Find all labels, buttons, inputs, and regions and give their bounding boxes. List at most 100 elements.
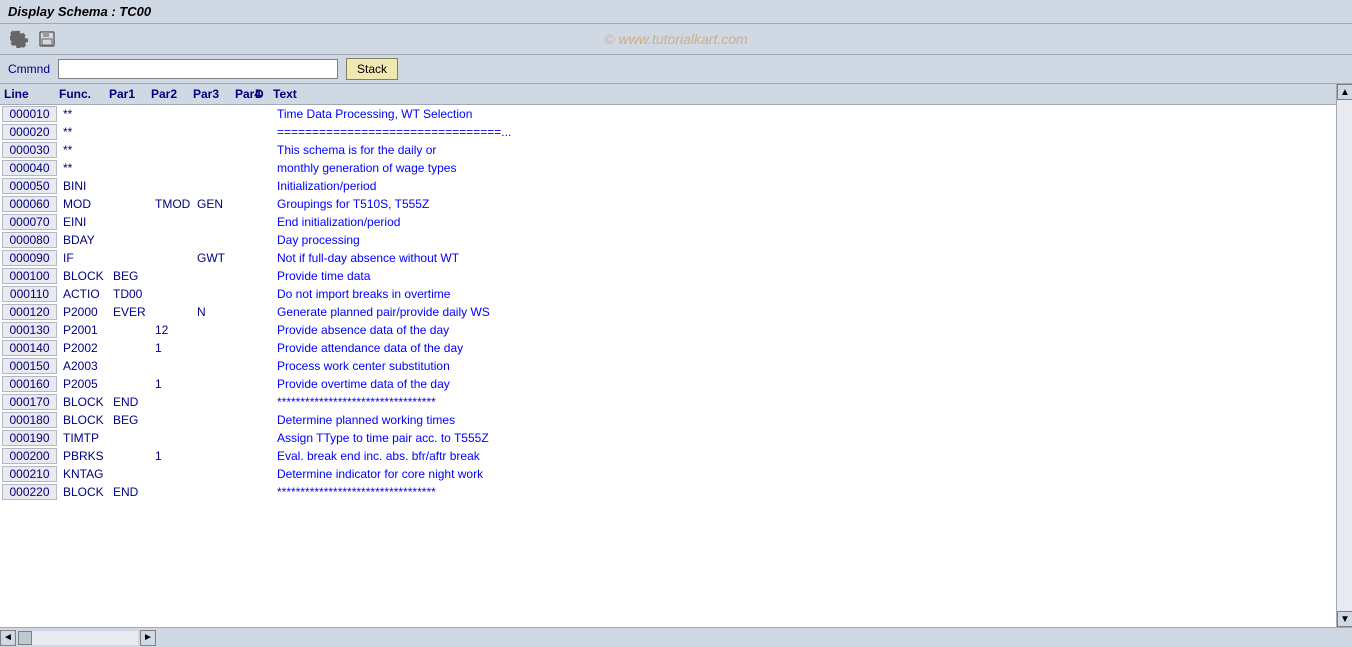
table-row[interactable]: 000060MODTMODGENGroupings for T510S, T55… bbox=[0, 195, 1336, 213]
cell-par4 bbox=[235, 491, 255, 493]
cell-par1 bbox=[109, 239, 151, 241]
cell-line: 000180 bbox=[2, 412, 57, 428]
cell-func: PBRKS bbox=[59, 448, 109, 464]
scroll-down-button[interactable]: ▼ bbox=[1337, 611, 1352, 627]
table-row[interactable]: 000160P20051Provide overtime data of the… bbox=[0, 375, 1336, 393]
table-row[interactable]: 000210KNTAGDetermine indicator for core … bbox=[0, 465, 1336, 483]
table-row[interactable]: 000120P2000EVERNGenerate planned pair/pr… bbox=[0, 303, 1336, 321]
col-header-par3: Par3 bbox=[189, 86, 231, 102]
command-label: Cmmnd bbox=[8, 62, 50, 76]
cell-line: 000170 bbox=[2, 394, 57, 410]
column-headers: Line Func. Par1 Par2 Par3 Par4 D Text bbox=[0, 84, 1336, 105]
table-row[interactable]: 000200PBRKS1Eval. break end inc. abs. bf… bbox=[0, 447, 1336, 465]
table-row[interactable]: 000030**This schema is for the daily or bbox=[0, 141, 1336, 159]
cell-par3 bbox=[193, 347, 235, 349]
cell-par4 bbox=[235, 383, 255, 385]
cell-par4 bbox=[235, 293, 255, 295]
bottom-area: ◄ ► bbox=[0, 627, 1352, 647]
table-row[interactable]: 000170BLOCKEND**************************… bbox=[0, 393, 1336, 411]
cell-par2: TMOD bbox=[151, 196, 193, 212]
cell-d bbox=[255, 473, 273, 475]
cell-text: Do not import breaks in overtime bbox=[273, 286, 1336, 302]
table-row[interactable]: 000110ACTIOTD00Do not import breaks in o… bbox=[0, 285, 1336, 303]
cell-d bbox=[255, 401, 273, 403]
right-scrollbar[interactable]: ▲ ▼ bbox=[1336, 84, 1352, 627]
cell-par2 bbox=[151, 293, 193, 295]
cell-line: 000220 bbox=[2, 484, 57, 500]
cell-par1: END bbox=[109, 394, 151, 410]
scroll-up-button[interactable]: ▲ bbox=[1337, 84, 1352, 100]
cell-text: ================================... bbox=[273, 124, 1336, 140]
save-icon[interactable] bbox=[36, 28, 58, 50]
cell-par4 bbox=[235, 221, 255, 223]
cell-line: 000020 bbox=[2, 124, 57, 140]
stack-button[interactable]: Stack bbox=[346, 58, 398, 80]
cell-par1 bbox=[109, 257, 151, 259]
cell-line: 000190 bbox=[2, 430, 57, 446]
scroll-left-button[interactable]: ◄ bbox=[0, 630, 16, 646]
table-row[interactable]: 000080BDAYDay processing bbox=[0, 231, 1336, 249]
cell-par1 bbox=[109, 113, 151, 115]
scroll-right-button[interactable]: ► bbox=[140, 630, 156, 646]
table-row[interactable]: 000220BLOCKEND**************************… bbox=[0, 483, 1336, 501]
cell-text: monthly generation of wage types bbox=[273, 160, 1336, 176]
cell-func: TIMTP bbox=[59, 430, 109, 446]
table-row[interactable]: 000090IFGWTNot if full-day absence witho… bbox=[0, 249, 1336, 267]
cell-d bbox=[255, 203, 273, 205]
cell-par1 bbox=[109, 203, 151, 205]
cell-text: Provide absence data of the day bbox=[273, 322, 1336, 338]
settings-icon[interactable] bbox=[8, 28, 30, 50]
table-row[interactable]: 000020**================================… bbox=[0, 123, 1336, 141]
table-row[interactable]: 000180BLOCKBEGDetermine planned working … bbox=[0, 411, 1336, 429]
command-input[interactable] bbox=[58, 59, 338, 79]
cell-par2 bbox=[151, 311, 193, 313]
cell-par1 bbox=[109, 347, 151, 349]
cell-par4 bbox=[235, 167, 255, 169]
cell-par1 bbox=[109, 365, 151, 367]
cell-func: A2003 bbox=[59, 358, 109, 374]
cell-text: Not if full-day absence without WT bbox=[273, 250, 1336, 266]
cell-line: 000200 bbox=[2, 448, 57, 464]
cell-text: Provide time data bbox=[273, 268, 1336, 284]
cell-par1: EVER bbox=[109, 304, 151, 320]
cell-par3 bbox=[193, 167, 235, 169]
cell-par4 bbox=[235, 473, 255, 475]
cell-par1: BEG bbox=[109, 412, 151, 428]
cell-par3 bbox=[193, 185, 235, 187]
table-row[interactable]: 000140P20021Provide attendance data of t… bbox=[0, 339, 1336, 357]
cell-text: Time Data Processing, WT Selection bbox=[273, 106, 1336, 122]
cell-func: P2001 bbox=[59, 322, 109, 338]
table-row[interactable]: 000190TIMTPAssign TType to time pair acc… bbox=[0, 429, 1336, 447]
cell-d bbox=[255, 419, 273, 421]
col-header-par1: Par1 bbox=[105, 86, 147, 102]
cell-par4 bbox=[235, 257, 255, 259]
table-row[interactable]: 000070EINIEnd initialization/period bbox=[0, 213, 1336, 231]
cell-par2 bbox=[151, 365, 193, 367]
cell-text: ********************************** bbox=[273, 394, 1336, 410]
cell-text: Process work center substitution bbox=[273, 358, 1336, 374]
cell-text: Determine indicator for core night work bbox=[273, 466, 1336, 482]
cell-par4 bbox=[235, 239, 255, 241]
cell-par3 bbox=[193, 239, 235, 241]
cell-par2 bbox=[151, 491, 193, 493]
cell-par2 bbox=[151, 113, 193, 115]
cell-par1 bbox=[109, 221, 151, 223]
cell-par2: 1 bbox=[151, 448, 193, 464]
cell-d bbox=[255, 329, 273, 331]
cell-par4 bbox=[235, 203, 255, 205]
table-row[interactable]: 000010**Time Data Processing, WT Selecti… bbox=[0, 105, 1336, 123]
cell-line: 000210 bbox=[2, 466, 57, 482]
cell-par2 bbox=[151, 419, 193, 421]
table-row[interactable]: 000040**monthly generation of wage types bbox=[0, 159, 1336, 177]
table-row[interactable]: 000130P200112Provide absence data of the… bbox=[0, 321, 1336, 339]
table-row[interactable]: 000050BINIInitialization/period bbox=[0, 177, 1336, 195]
cell-func: P2002 bbox=[59, 340, 109, 356]
cell-d bbox=[255, 455, 273, 457]
h-scroll-handle[interactable] bbox=[18, 631, 32, 645]
table-row[interactable]: 000100BLOCKBEGProvide time data bbox=[0, 267, 1336, 285]
cell-d bbox=[255, 383, 273, 385]
cell-text: Groupings for T510S, T555Z bbox=[273, 196, 1336, 212]
cell-par3: GWT bbox=[193, 250, 235, 266]
cell-d bbox=[255, 239, 273, 241]
table-row[interactable]: 000150A2003Process work center substitut… bbox=[0, 357, 1336, 375]
